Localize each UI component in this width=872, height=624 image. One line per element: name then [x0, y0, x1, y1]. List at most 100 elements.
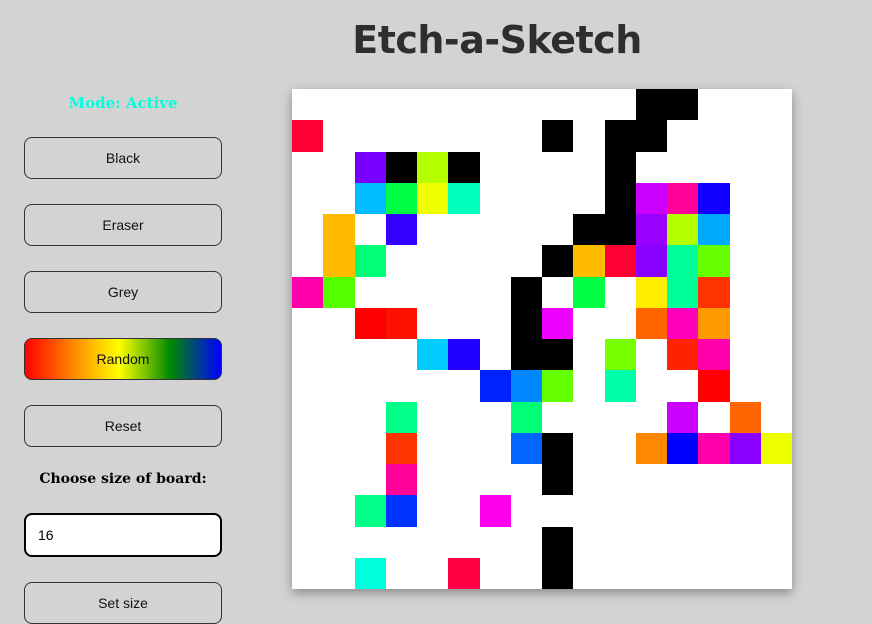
board-cell[interactable]: [729, 370, 761, 402]
board-cell[interactable]: [323, 89, 355, 121]
board-cell[interactable]: [729, 89, 761, 121]
board-cell[interactable]: [417, 432, 449, 464]
board-cell[interactable]: [323, 120, 355, 152]
board-cell[interactable]: [667, 120, 699, 152]
board-cell[interactable]: [760, 401, 792, 433]
board-cell[interactable]: [729, 120, 761, 152]
board-cell[interactable]: [417, 370, 449, 402]
board-cell[interactable]: [292, 557, 324, 589]
board-cell[interactable]: [573, 214, 605, 246]
board-cell[interactable]: [573, 495, 605, 527]
board-cell[interactable]: [323, 214, 355, 246]
board-cell[interactable]: [448, 151, 480, 183]
board-cell[interactable]: [542, 89, 574, 121]
board-cell[interactable]: [698, 526, 730, 558]
board-cell[interactable]: [323, 495, 355, 527]
board-cell[interactable]: [698, 307, 730, 339]
board-cell[interactable]: [573, 89, 605, 121]
board-cell[interactable]: [354, 151, 386, 183]
board-cell[interactable]: [417, 182, 449, 214]
board-cell[interactable]: [448, 401, 480, 433]
board-cell[interactable]: [448, 307, 480, 339]
board-cell[interactable]: [354, 370, 386, 402]
board-cell[interactable]: [448, 526, 480, 558]
board-cell[interactable]: [385, 214, 417, 246]
board-cell[interactable]: [323, 432, 355, 464]
board-cell[interactable]: [385, 495, 417, 527]
board-cell[interactable]: [417, 245, 449, 277]
board-cell[interactable]: [542, 276, 574, 308]
board-cell[interactable]: [323, 339, 355, 371]
board-cell[interactable]: [729, 182, 761, 214]
board-cell[interactable]: [385, 401, 417, 433]
board-cell[interactable]: [385, 432, 417, 464]
board-cell[interactable]: [479, 245, 511, 277]
board-cell[interactable]: [385, 182, 417, 214]
board-cell[interactable]: [760, 339, 792, 371]
board-cell[interactable]: [635, 89, 667, 121]
board-cell[interactable]: [448, 495, 480, 527]
board-cell[interactable]: [573, 464, 605, 496]
board-cell[interactable]: [604, 307, 636, 339]
board-cell[interactable]: [448, 245, 480, 277]
board-cell[interactable]: [510, 557, 542, 589]
board-cell[interactable]: [635, 245, 667, 277]
board-cell[interactable]: [354, 307, 386, 339]
board-cell[interactable]: [635, 307, 667, 339]
board-cell[interactable]: [292, 401, 324, 433]
board-cell[interactable]: [573, 401, 605, 433]
board-cell[interactable]: [542, 307, 574, 339]
board-cell[interactable]: [542, 120, 574, 152]
black-button[interactable]: Black: [24, 137, 222, 179]
board-cell[interactable]: [448, 370, 480, 402]
board-cell[interactable]: [667, 214, 699, 246]
board-cell[interactable]: [448, 276, 480, 308]
board-cell[interactable]: [604, 432, 636, 464]
board-cell[interactable]: [385, 339, 417, 371]
board-cell[interactable]: [760, 151, 792, 183]
board-cell[interactable]: [604, 214, 636, 246]
board-cell[interactable]: [385, 151, 417, 183]
board-cell[interactable]: [542, 432, 574, 464]
board-cell[interactable]: [729, 307, 761, 339]
board-cell[interactable]: [292, 339, 324, 371]
board-cell[interactable]: [573, 557, 605, 589]
board-cell[interactable]: [292, 120, 324, 152]
board-cell[interactable]: [385, 370, 417, 402]
board-cell[interactable]: [323, 526, 355, 558]
board-cell[interactable]: [479, 89, 511, 121]
board-cell[interactable]: [417, 526, 449, 558]
board-cell[interactable]: [448, 464, 480, 496]
board-cell[interactable]: [667, 432, 699, 464]
board-cell[interactable]: [604, 182, 636, 214]
board-cell[interactable]: [323, 276, 355, 308]
board-cell[interactable]: [729, 339, 761, 371]
board-cell[interactable]: [448, 89, 480, 121]
board-cell[interactable]: [760, 307, 792, 339]
board-cell[interactable]: [729, 557, 761, 589]
board-cell[interactable]: [635, 182, 667, 214]
board-cell[interactable]: [729, 245, 761, 277]
board-cell[interactable]: [729, 401, 761, 433]
board-cell[interactable]: [760, 214, 792, 246]
board-cell[interactable]: [510, 214, 542, 246]
random-button[interactable]: Random: [24, 338, 222, 380]
board-cell[interactable]: [479, 464, 511, 496]
board-cell[interactable]: [729, 214, 761, 246]
board-cell[interactable]: [635, 495, 667, 527]
board-cell[interactable]: [292, 464, 324, 496]
board-cell[interactable]: [479, 120, 511, 152]
board-cell[interactable]: [573, 276, 605, 308]
board-cell[interactable]: [667, 464, 699, 496]
board-cell[interactable]: [354, 214, 386, 246]
board-cell[interactable]: [729, 276, 761, 308]
board-cell[interactable]: [604, 401, 636, 433]
board-cell[interactable]: [479, 495, 511, 527]
reset-button[interactable]: Reset: [24, 405, 222, 447]
board-cell[interactable]: [479, 151, 511, 183]
board-cell[interactable]: [667, 276, 699, 308]
board-cell[interactable]: [760, 276, 792, 308]
board-cell[interactable]: [510, 307, 542, 339]
board-cell[interactable]: [323, 370, 355, 402]
board-cell[interactable]: [448, 120, 480, 152]
